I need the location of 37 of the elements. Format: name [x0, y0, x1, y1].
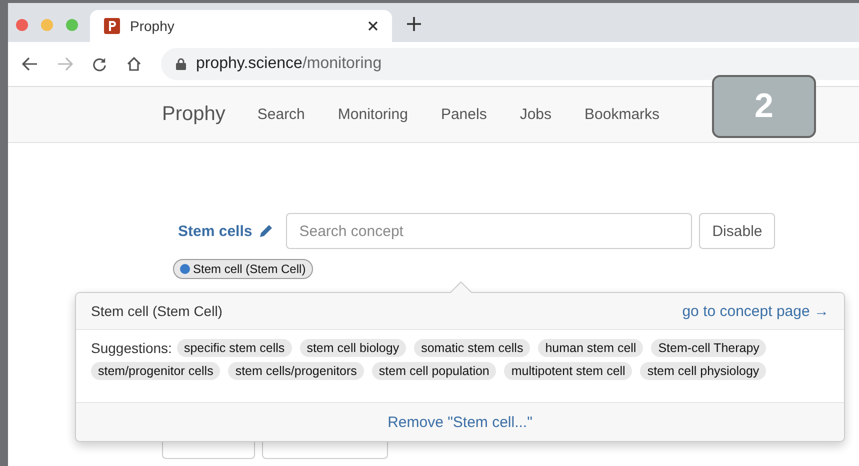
- suggestion-tag[interactable]: multipotent stem cell: [504, 362, 632, 380]
- address-bar[interactable]: prophy.science/monitoring: [161, 48, 859, 80]
- brand-link[interactable]: Prophy: [162, 103, 226, 126]
- suggestion-tag[interactable]: stem cell population: [372, 362, 496, 380]
- suggestion-tag[interactable]: somatic stem cells: [414, 339, 530, 357]
- popover-title: Stem cell (Stem Cell): [91, 303, 222, 319]
- suggestion-tag[interactable]: specific stem cells: [176, 339, 292, 357]
- nav-link[interactable]: Jobs: [520, 106, 552, 123]
- lock-icon: [176, 58, 186, 70]
- home-icon[interactable]: [126, 56, 142, 72]
- suggestions-label: Suggestions:: [91, 340, 172, 356]
- concept-page-link[interactable]: go to concept page →: [682, 302, 829, 320]
- suggestion-tag[interactable]: stem cell physiology: [640, 362, 766, 380]
- suggestion-tag[interactable]: stem cells/progenitors: [228, 362, 364, 380]
- close-icon[interactable]: [368, 21, 378, 31]
- new-tab-icon[interactable]: [407, 17, 421, 31]
- reload-icon[interactable]: [92, 56, 107, 72]
- remove-link[interactable]: Remove "Stem cell...": [388, 414, 532, 430]
- back-icon[interactable]: [22, 57, 38, 71]
- nav-link[interactable]: Bookmarks: [584, 106, 660, 123]
- disable-button[interactable]: Disable: [699, 213, 776, 249]
- tab-title: Prophy: [130, 18, 176, 34]
- nav-link[interactable]: Panels: [440, 106, 487, 123]
- favicon-icon: [104, 18, 120, 34]
- suggestion-tag[interactable]: human stem cell: [538, 339, 644, 357]
- pencil-icon[interactable]: [258, 223, 274, 239]
- suggestion-tag[interactable]: stem/progenitor cells: [91, 362, 220, 380]
- suggestion-tag[interactable]: stem cell biology: [300, 339, 406, 357]
- nav-link[interactable]: Monitoring: [338, 106, 408, 123]
- step-badge: 2: [712, 75, 816, 138]
- topic-name[interactable]: Stem cells: [178, 222, 252, 240]
- search-field[interactable]: Search concept: [286, 213, 692, 249]
- nav-link[interactable]: Search: [257, 106, 305, 123]
- close-window-icon[interactable]: [16, 19, 28, 31]
- browser-tab[interactable]: Prophy: [90, 10, 392, 42]
- concept-chip[interactable]: Stem cell (Stem Cell): [173, 259, 313, 279]
- suggestion-tag[interactable]: Stem-cell Therapy: [651, 339, 766, 357]
